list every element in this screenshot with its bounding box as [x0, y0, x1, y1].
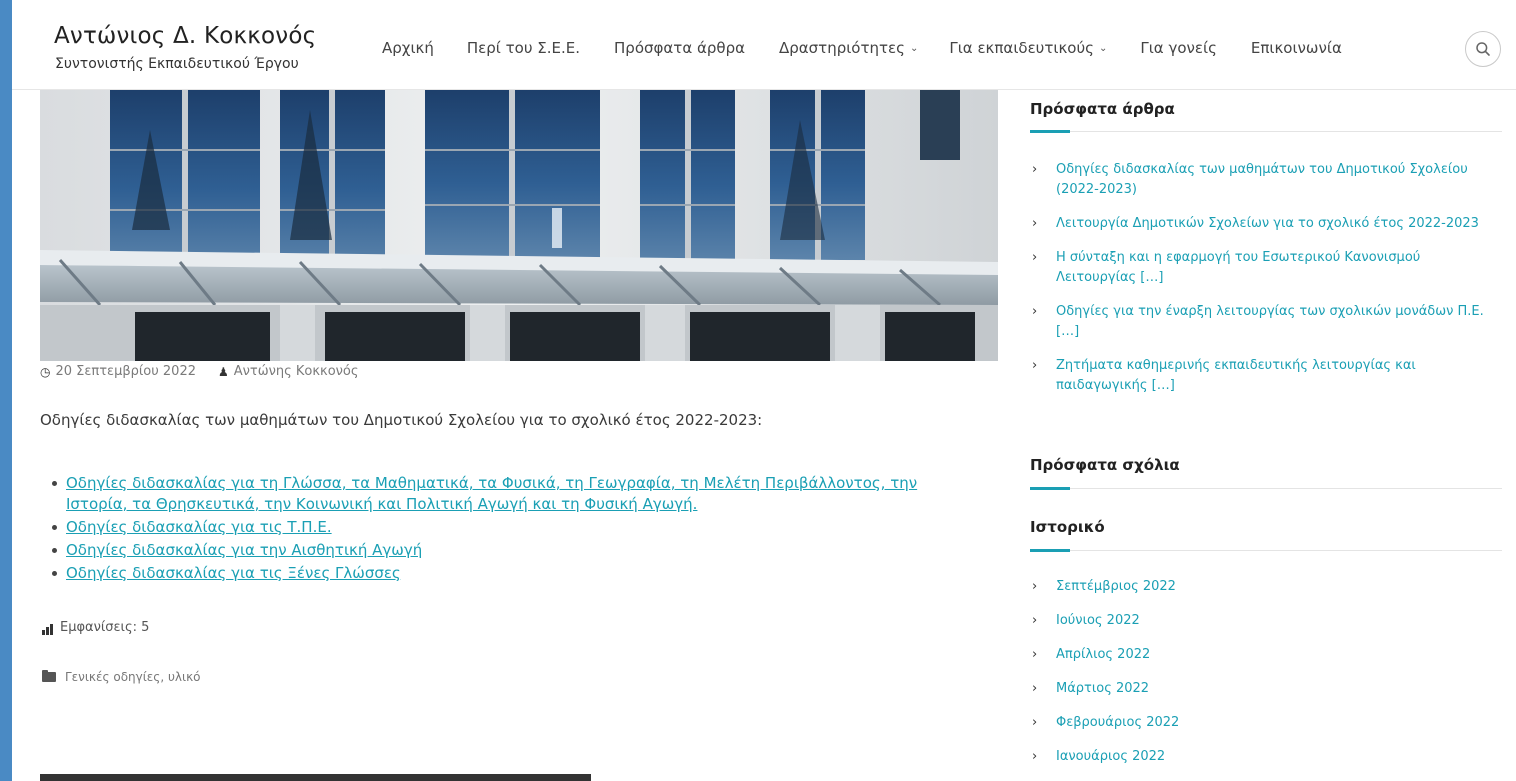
chevron-right-icon: › — [1032, 162, 1038, 177]
list-item: Οδηγίες διδασκαλίας για τις Ξένες Γλώσσε… — [50, 563, 970, 584]
chevron-right-icon: › — [1032, 681, 1038, 696]
nav-activities[interactable]: Δραστηριότητες ⌄ — [779, 39, 918, 57]
archive-text: Ιούνιος 2022 — [1056, 613, 1140, 628]
post-views: Εμφανίσεις: 5 — [42, 620, 149, 635]
archive-text: Φεβρουάριος 2022 — [1056, 715, 1180, 730]
widget-divider — [1030, 130, 1502, 133]
chevron-right-icon: › — [1032, 358, 1038, 373]
recent-post-item[interactable]: › Λειτουργία Δημοτικών Σχολείων για το σχ… — [1030, 214, 1508, 234]
search-button[interactable] — [1465, 31, 1501, 67]
nav-label: Πρόσφατα άρθρα — [614, 39, 745, 57]
chevron-right-icon: › — [1032, 304, 1038, 319]
widget-divider — [1030, 549, 1502, 552]
list-item: Οδηγίες διδασκαλίας για την Αισθητική Αγ… — [50, 540, 970, 561]
widget-divider — [1030, 487, 1502, 490]
recent-posts-list: › Οδηγίες διδασκαλίας των μαθημάτων του Δ… — [1030, 160, 1508, 396]
nav-label: Περί του Σ.Ε.Ε. — [466, 39, 581, 57]
chevron-right-icon: › — [1032, 613, 1038, 628]
recent-post-item[interactable]: › Η σύνταξη και η εφαρμογή του Εσωτερικού… — [1030, 248, 1508, 288]
nav-label: Επικοινωνία — [1250, 39, 1342, 57]
post-author[interactable]: Αντώνης Κοκκονός — [234, 364, 359, 379]
archive-text: Ιανουάριος 2022 — [1056, 749, 1166, 764]
link-text: Ιστορία, τα Θρησκευτικά, την Κοινωνική κ… — [66, 495, 698, 513]
recent-post-text: Λειτουργία Δημοτικών Σχολείων για το σχο… — [1056, 216, 1479, 231]
bar-chart-icon — [42, 624, 54, 635]
nav-contact[interactable]: Επικοινωνία — [1251, 39, 1342, 57]
post-meta: ◷ 20 Σεπτεμβρίου 2022 ♟ Αντώνης Κοκκονός — [40, 364, 359, 379]
recent-post-text: (2022-2023) — [1056, 182, 1138, 197]
site-subtitle: Συντονιστής Εκπαιδευτικού Έργου — [55, 56, 299, 72]
post-link-list: Οδηγίες διδασκαλίας για τη Γλώσσα, τα Μα… — [50, 473, 970, 586]
clock-icon: ◷ — [40, 364, 51, 379]
user-icon: ♟ — [218, 364, 229, 379]
nav-home[interactable]: Αρχική — [382, 39, 434, 57]
recent-post-text: παιδαγωγικής […] — [1056, 378, 1175, 393]
nav-about[interactable]: Περί του Σ.Ε.Ε. — [467, 39, 580, 57]
recent-post-item[interactable]: › Οδηγίες για την έναρξη λειτουργίας των … — [1030, 302, 1508, 342]
chevron-right-icon: › — [1032, 579, 1038, 594]
archive-item[interactable]: › Σεπτέμβριος 2022 — [1030, 577, 1508, 597]
dark-block — [40, 774, 591, 781]
folder-icon — [42, 670, 56, 682]
post-date[interactable]: 20 Σεπτεμβρίου 2022 — [55, 364, 196, 379]
archive-item[interactable]: › Μάρτιος 2022 — [1030, 679, 1508, 699]
archive-item[interactable]: › Ιούνιος 2022 — [1030, 611, 1508, 631]
site-title[interactable]: Αντώνιος Δ. Κοκκονός — [54, 23, 316, 49]
recent-post-text: […] — [1056, 324, 1080, 339]
recent-post-text: Οδηγίες διδασκαλίας των μαθημάτων του Δη… — [1056, 162, 1468, 177]
post-intro: Οδηγίες διδασκαλίας των μαθημάτων του Δη… — [40, 411, 763, 429]
post-categories: Γενικές οδηγίες, υλικό — [42, 670, 200, 684]
recent-post-text: Ζητήματα καθημερινής εκπαιδευτικής λειτο… — [1056, 358, 1416, 373]
chevron-right-icon: › — [1032, 647, 1038, 662]
archive-item[interactable]: › Φεβρουάριος 2022 — [1030, 713, 1508, 733]
archive-item[interactable]: › Ιανουάριος 2022 — [1030, 747, 1508, 767]
page: Αντώνιος Δ. Κοκκονός Συντονιστής Εκπαιδε… — [12, 0, 1516, 781]
link-general-subjects[interactable]: Οδηγίες διδασκαλίας για τη Γλώσσα, τα Μα… — [66, 474, 917, 513]
archive-item[interactable]: › Απρίλιος 2022 — [1030, 645, 1508, 665]
chevron-right-icon: › — [1032, 749, 1038, 764]
link-foreign-languages[interactable]: Οδηγίες διδασκαλίας για τις Ξένες Γλώσσε… — [66, 564, 401, 582]
featured-image — [40, 90, 998, 361]
recent-post-text: Λειτουργίας […] — [1056, 270, 1164, 285]
nav-label: Για γονείς — [1140, 39, 1217, 57]
nav-for-teachers[interactable]: Για εκπαιδευτικούς ⌄ — [949, 39, 1107, 57]
chevron-right-icon: › — [1032, 715, 1038, 730]
archive-list: › Σεπτέμβριος 2022 › Ιούνιος 2022 › Απρίλιο… — [1030, 577, 1508, 767]
list-item: Οδηγίες διδασκαλίας για τη Γλώσσα, τα Μα… — [50, 473, 970, 515]
archive-text: Μάρτιος 2022 — [1056, 681, 1150, 696]
list-item: Οδηγίες διδασκαλίας για τις Τ.Π.Ε. — [50, 517, 970, 538]
nav-label: Αρχική — [382, 39, 434, 57]
nav-recent-articles[interactable]: Πρόσφατα άρθρα — [614, 39, 745, 57]
chevron-down-icon: ⌄ — [909, 42, 919, 54]
archive-text: Απρίλιος 2022 — [1056, 647, 1151, 662]
recent-post-item[interactable]: › Ζητήματα καθημερινής εκπαιδευτικής λειτ… — [1030, 356, 1508, 396]
nav-for-parents[interactable]: Για γονείς — [1140, 39, 1217, 57]
chevron-right-icon: › — [1032, 250, 1038, 265]
link-text: Οδηγίες διδασκαλίας για τη Γλώσσα, τα Μα… — [66, 474, 918, 492]
site-header: Αντώνιος Δ. Κοκκονός Συντονιστής Εκπαιδε… — [12, 9, 1516, 90]
views-count: Εμφανίσεις: 5 — [60, 620, 150, 635]
building-photo — [40, 90, 998, 361]
recent-post-item[interactable]: › Οδηγίες διδασκαλίας των μαθημάτων του Δ… — [1030, 160, 1508, 200]
chevron-right-icon: › — [1032, 216, 1038, 231]
archive-text: Σεπτέμβριος 2022 — [1056, 579, 1176, 594]
nav-label: Για εκπαιδευτικούς — [949, 39, 1094, 57]
chevron-down-icon: ⌄ — [1098, 42, 1108, 54]
recent-post-text: Η σύνταξη και η εφαρμογή του Εσωτερικού … — [1056, 250, 1421, 265]
link-ict[interactable]: Οδηγίες διδασκαλίας για τις Τ.Π.Ε. — [66, 518, 332, 536]
categories-text[interactable]: Γενικές οδηγίες, υλικό — [65, 670, 200, 684]
widget-title-recent-comments: Πρόσφατα σχόλια — [1030, 456, 1180, 474]
nav-label: Δραστηριότητες — [778, 39, 905, 57]
widget-title-recent-posts: Πρόσφατα άρθρα — [1030, 100, 1175, 118]
link-aesthetic-education[interactable]: Οδηγίες διδασκαλίας για την Αισθητική Αγ… — [66, 541, 422, 559]
widget-title-archive: Ιστορικό — [1030, 518, 1105, 536]
recent-post-text: Οδηγίες για την έναρξη λειτουργίας των σ… — [1056, 304, 1484, 319]
main-nav: Αρχική Περί του Σ.Ε.Ε. Πρόσφατα άρθρα Δρ… — [382, 39, 1342, 57]
search-icon — [1476, 42, 1490, 56]
